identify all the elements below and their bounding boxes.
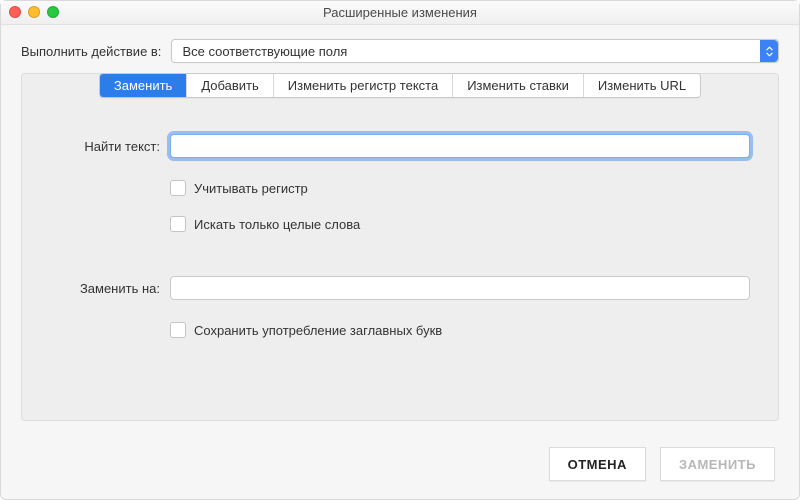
preserve-caps-label: Сохранить употребление заглавных букв [194, 323, 442, 338]
scope-label: Выполнить действие в: [21, 44, 161, 59]
tabs: Заменить Добавить Изменить регистр текст… [22, 73, 778, 98]
match-case-checkbox[interactable] [170, 180, 186, 196]
tab-replace[interactable]: Заменить [100, 74, 187, 97]
tab-change-url[interactable]: Изменить URL [584, 74, 700, 97]
close-icon[interactable] [9, 6, 21, 18]
find-label: Найти текст: [50, 139, 160, 154]
dialog-window: Расширенные изменения Выполнить действие… [0, 0, 800, 500]
submit-button[interactable]: ЗАМЕНИТЬ [660, 447, 775, 481]
chevron-updown-icon [760, 40, 778, 62]
scope-select-value: Все соответствующие поля [182, 44, 347, 59]
titlebar: Расширенные изменения [1, 1, 799, 25]
preserve-caps-row[interactable]: Сохранить употребление заглавных букв [170, 322, 750, 338]
match-case-row[interactable]: Учитывать регистр [170, 180, 750, 196]
whole-words-checkbox[interactable] [170, 216, 186, 232]
window-title: Расширенные изменения [323, 5, 477, 20]
panel: Заменить Добавить Изменить регистр текст… [21, 73, 779, 421]
find-row: Найти текст: [50, 134, 750, 158]
replace-label: Заменить на: [50, 281, 160, 296]
match-case-label: Учитывать регистр [194, 181, 308, 196]
cancel-button[interactable]: ОТМЕНА [549, 447, 646, 481]
footer: ОТМЕНА ЗАМЕНИТЬ [1, 435, 799, 499]
whole-words-row[interactable]: Искать только целые слова [170, 216, 750, 232]
tab-add[interactable]: Добавить [187, 74, 273, 97]
find-input[interactable] [170, 134, 750, 158]
tabbar: Заменить Добавить Изменить регистр текст… [99, 73, 701, 98]
zoom-icon[interactable] [47, 6, 59, 18]
content: Заменить Добавить Изменить регистр текст… [1, 73, 799, 435]
window-controls [9, 6, 59, 18]
minimize-icon[interactable] [28, 6, 40, 18]
tab-change-case[interactable]: Изменить регистр текста [274, 74, 453, 97]
replace-row: Заменить на: [50, 276, 750, 300]
tab-change-bids[interactable]: Изменить ставки [453, 74, 584, 97]
scope-row: Выполнить действие в: Все соответствующи… [1, 25, 799, 73]
preserve-caps-checkbox[interactable] [170, 322, 186, 338]
scope-select[interactable]: Все соответствующие поля [171, 39, 779, 63]
replace-input[interactable] [170, 276, 750, 300]
form: Найти текст: Учитывать регистр Искать то… [22, 98, 778, 378]
whole-words-label: Искать только целые слова [194, 217, 360, 232]
